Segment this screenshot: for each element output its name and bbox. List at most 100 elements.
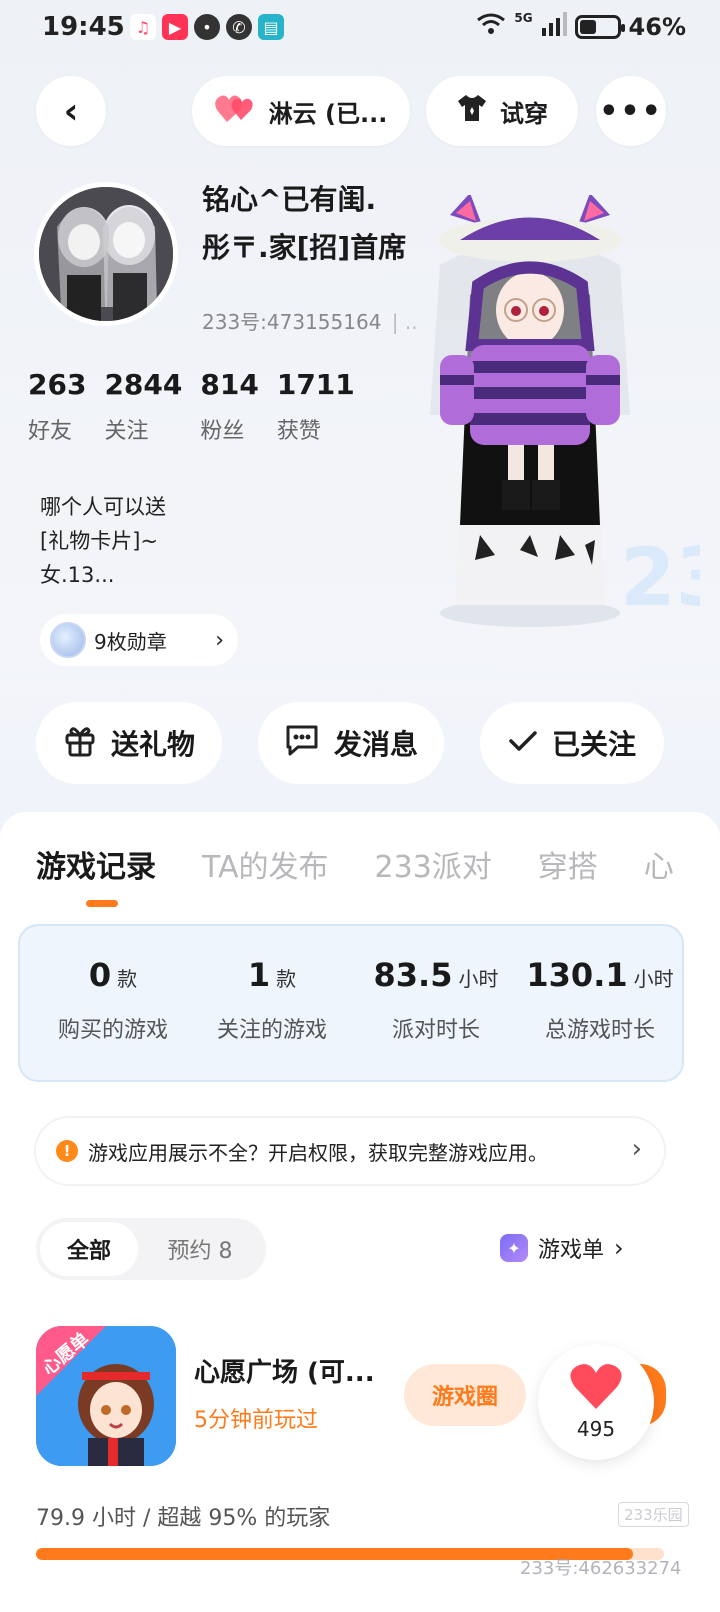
following-button[interactable]: 已关注 xyxy=(480,702,664,784)
permission-notice[interactable]: ! 游戏应用展示不全？开启权限，获取完整游戏应用。 › xyxy=(36,1118,664,1184)
more-dots-icon: ••• xyxy=(599,93,663,129)
stat-likes[interactable]: 1711 获赞 xyxy=(277,368,355,445)
stat-value: 0 xyxy=(88,956,112,994)
status-bar: 19:45 ♫ ▶ • ✆ ▤ 5G 46% xyxy=(0,0,720,56)
try-on-button[interactable]: 试穿 xyxy=(426,76,578,146)
stat-unit: 款 xyxy=(117,967,138,991)
play-time-text: 79.9 小时 / 超越 95% 的玩家 xyxy=(36,1506,331,1531)
chevron-right-icon: › xyxy=(614,1234,624,1262)
partner-button[interactable]: 淋云 (已... xyxy=(192,76,410,146)
stat-label: 购买的游戏 xyxy=(57,1018,168,1043)
stat-fans[interactable]: 814 粉丝 xyxy=(200,368,258,445)
avatar[interactable] xyxy=(34,182,178,326)
wifi-icon xyxy=(476,12,506,42)
watermark-logo: 233乐园 xyxy=(618,1502,689,1527)
game-circle-button[interactable]: 游戏圈 xyxy=(404,1364,526,1426)
music-icon: ♫ xyxy=(130,14,156,40)
status-right: 5G 46% xyxy=(476,12,686,42)
stat-label: 总游戏时长 xyxy=(544,1018,655,1043)
game-list-link[interactable]: ✦ 游戏单 › xyxy=(500,1232,624,1264)
game-stats-card: 0款 购买的游戏 1款 关注的游戏 83.5 小时 派对时长 130.1 小时 总游… xyxy=(18,924,684,1082)
stat-party-hours[interactable]: 83.5 小时 派对时长 xyxy=(366,956,506,1044)
game-title[interactable]: 心愿广场 (可... xyxy=(194,1352,404,1389)
book-icon: ▤ xyxy=(258,14,284,40)
stat-unit: 小时 xyxy=(633,967,674,991)
sparkle-icon: ✦ xyxy=(500,1234,528,1262)
game-app-icon[interactable]: 心愿单 xyxy=(36,1326,176,1466)
bio-line: 哪个人可以送 xyxy=(40,495,166,519)
stat-followed-games[interactable]: 1款 关注的游戏 xyxy=(202,956,342,1044)
heart-icon xyxy=(569,1363,623,1415)
like-count: 495 xyxy=(576,1417,616,1441)
stat-label: 关注 xyxy=(104,419,149,444)
tab-posts[interactable]: TA的发布 xyxy=(202,842,329,886)
network-type: 5G xyxy=(514,11,533,25)
svg-text:233: 233 xyxy=(620,531,700,624)
signal-icon xyxy=(541,12,567,42)
stat-value: 83.5 xyxy=(373,956,453,994)
more-button[interactable]: ••• xyxy=(596,76,666,146)
user-id-text: 233号:473155164 xyxy=(202,310,382,334)
content-panel: 游戏记录 TA的发布 233派对 穿搭 心 0款 购买的游戏 1款 关注的游戏 … xyxy=(0,812,720,1612)
tab-game-records[interactable]: 游戏记录 xyxy=(36,842,156,886)
stat-unit: 款 xyxy=(276,967,297,991)
game-list-label: 游戏单 xyxy=(538,1238,605,1263)
battery-percent: 46% xyxy=(628,13,686,41)
tab-outfits[interactable]: 穿搭 xyxy=(538,842,598,886)
back-button[interactable]: ‹ xyxy=(36,76,106,146)
stat-label: 好友 xyxy=(28,419,73,444)
filter-all[interactable]: 全部 xyxy=(40,1222,138,1276)
uid-divider: | .. xyxy=(391,310,418,334)
stat-label: 关注的游戏 xyxy=(216,1018,327,1043)
status-time: 19:45 xyxy=(42,12,125,42)
gift-icon xyxy=(63,723,97,764)
stat-value: 1 xyxy=(247,956,271,994)
game-last-played: 5分钟前玩过 xyxy=(194,1408,318,1433)
bio[interactable]: 哪个人可以送 [礼物卡片]~ 女.13... xyxy=(40,490,220,592)
like-bubble[interactable]: 495 xyxy=(538,1344,654,1460)
send-message-label: 发消息 xyxy=(333,728,418,761)
user-id[interactable]: 233号:473155164 | .. xyxy=(202,306,418,335)
following-label: 已关注 xyxy=(551,728,636,761)
video-icon: ▶ xyxy=(162,14,188,40)
partner-name: 淋云 (已... xyxy=(268,99,388,128)
active-tab-indicator xyxy=(86,900,118,907)
wechat-icon: ✆ xyxy=(226,14,252,40)
tshirt-icon xyxy=(456,93,488,129)
profile-tabs: 游戏记录 TA的发布 233派对 穿搭 心 xyxy=(36,842,674,886)
send-gift-label: 送礼物 xyxy=(110,728,195,761)
send-gift-button[interactable]: 送礼物 xyxy=(36,702,222,784)
profile-stats: 263 好友 2844 关注 814 粉丝 1711 获赞 xyxy=(28,368,355,445)
nickname: 铭心^已有闺. 彤〒.家[招]首席 xyxy=(202,176,432,272)
stat-value: 814 xyxy=(200,368,259,401)
tab-party[interactable]: 233派对 xyxy=(375,842,492,886)
try-on-label: 试穿 xyxy=(500,99,548,128)
warning-icon: ! xyxy=(56,1140,78,1162)
stat-value: 1711 xyxy=(276,368,355,401)
nickname-line-1: 铭心^已有闺. xyxy=(202,183,377,216)
stat-total-hours[interactable]: 130.1 小时 总游戏时长 xyxy=(520,956,680,1044)
badges-label: 9枚勋章 xyxy=(94,629,167,654)
bio-line: 女.13... xyxy=(40,563,115,587)
linked-hearts-icon xyxy=(214,92,255,130)
battery-icon xyxy=(574,15,625,39)
bio-line: [礼物卡片]~ xyxy=(40,529,158,553)
tab-more-cut[interactable]: 心 xyxy=(644,842,674,886)
battery-fill xyxy=(579,20,597,34)
send-message-button[interactable]: 发消息 xyxy=(258,702,444,784)
stat-label: 粉丝 xyxy=(200,419,245,444)
stat-following[interactable]: 2844 关注 xyxy=(104,368,182,445)
stat-value: 130.1 xyxy=(526,956,628,994)
stat-friends[interactable]: 263 好友 xyxy=(28,368,86,445)
game-filter-segment: 全部 预约 8 xyxy=(36,1218,266,1280)
stat-label: 派对时长 xyxy=(391,1018,480,1043)
filter-reserved[interactable]: 预约 8 xyxy=(138,1222,262,1276)
checkmark-icon xyxy=(508,727,538,760)
watermark-text: 233号:462633274 xyxy=(520,1558,682,1579)
notice-text: 游戏应用展示不全？开启权限，获取完整游戏应用。 xyxy=(88,1140,548,1165)
badges-button[interactable]: 9枚勋章 › xyxy=(40,614,238,666)
stat-purchased-games[interactable]: 0款 购买的游戏 xyxy=(38,956,188,1044)
chevron-right-icon: › xyxy=(631,1134,642,1164)
character-avatar[interactable]: 233 xyxy=(420,193,720,635)
message-bubble-icon xyxy=(284,723,320,764)
